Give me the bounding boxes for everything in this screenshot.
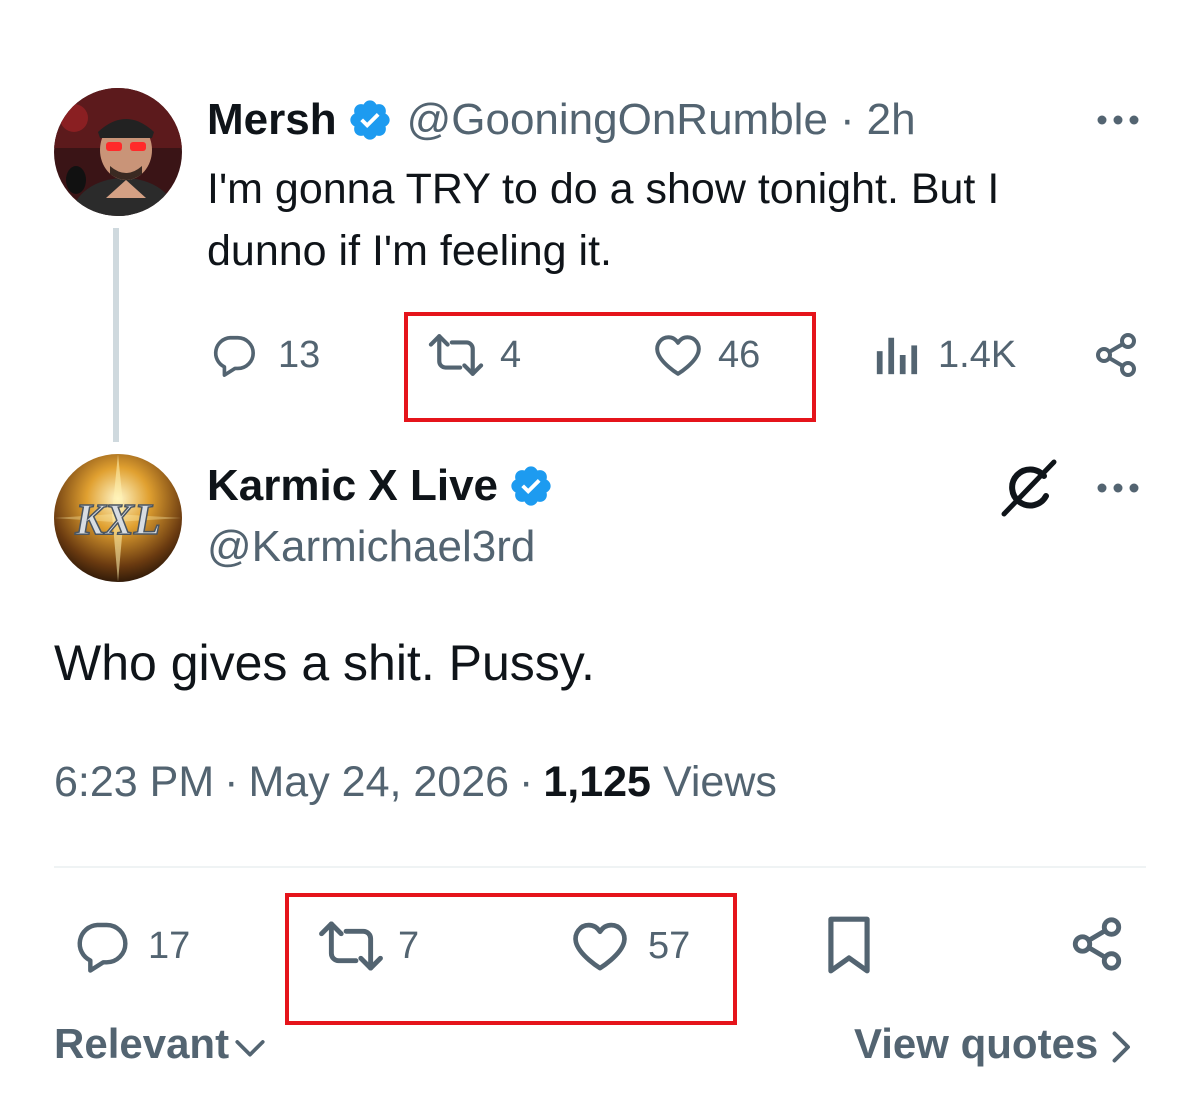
author-handle[interactable]: @Karmichael3rd: [207, 522, 535, 572]
avatar-karmic-image: KXL: [54, 454, 182, 582]
thread-line: [113, 228, 119, 442]
reply-icon: [77, 922, 128, 973]
views-count: 1.4K: [938, 333, 1017, 376]
avatar-logo-text: KXL: [74, 495, 161, 544]
view-quotes-label: View quotes: [854, 1020, 1099, 1067]
author-name[interactable]: Mersh: [207, 95, 337, 145]
divider: [54, 866, 1146, 868]
reply-count: 13: [278, 333, 321, 376]
avatar-mersh-image: [54, 88, 182, 216]
view-quotes-link[interactable]: View quotes: [854, 1020, 1134, 1068]
bookmark-button[interactable]: [822, 914, 876, 981]
bookmark-icon: [828, 916, 870, 974]
separator: ·: [224, 758, 239, 806]
tweet-text-line: dunno if I'm feeling it.: [207, 227, 612, 275]
separator: ·: [519, 758, 534, 806]
views-icon: [876, 337, 918, 375]
more-icon[interactable]: [1094, 112, 1142, 133]
parent-tweet-text: I'm gonna TRY to do a show tonight. But …: [207, 158, 1147, 282]
chevron-right-icon: [1112, 1031, 1131, 1063]
tweet-text-line: I'm gonna TRY to do a show tonight. But …: [207, 165, 1000, 213]
grok-icon[interactable]: [1000, 458, 1060, 523]
sort-dropdown[interactable]: Relevant: [54, 1020, 267, 1068]
verified-icon: [347, 97, 393, 143]
tweet-time[interactable]: 6:23 PM: [54, 758, 214, 807]
share-icon: [1096, 333, 1136, 377]
reply-count: 17: [148, 924, 191, 967]
views-label: Views: [662, 758, 777, 806]
sort-label: Relevant: [54, 1020, 230, 1067]
avatar-mersh[interactable]: [54, 88, 182, 216]
reply-button[interactable]: 17: [72, 918, 190, 974]
chevron-down-icon: [235, 1040, 265, 1057]
reply-tweet-text: Who gives a shit. Pussy.: [54, 635, 595, 691]
parent-header: Mersh @GooningOnRumble · 2h: [207, 92, 916, 148]
share-button[interactable]: [1092, 330, 1140, 385]
share-button[interactable]: [1068, 914, 1126, 979]
reply-header: Karmic X Live: [207, 458, 554, 514]
separator: ·: [839, 95, 855, 144]
tweet-meta: 6:23 PM · May 24, 2026 · 1,125 Views: [54, 758, 777, 807]
avatar-karmic[interactable]: KXL: [54, 454, 182, 582]
views-button[interactable]: 1.4K: [874, 332, 1016, 378]
more-icon[interactable]: [1094, 480, 1142, 501]
author-handle[interactable]: @GooningOnRumble: [407, 95, 828, 145]
verified-icon: [508, 463, 554, 509]
highlight-box-reply: [285, 893, 737, 1025]
share-icon: [1072, 917, 1122, 971]
tweet-date[interactable]: May 24, 2026: [248, 758, 509, 807]
reply-button[interactable]: 13: [208, 332, 320, 378]
author-name[interactable]: Karmic X Live: [207, 461, 498, 511]
tweet-time[interactable]: 2h: [867, 95, 916, 145]
reply-icon: [213, 335, 255, 377]
views-count: 1,125: [543, 758, 651, 806]
highlight-box-parent: [404, 312, 816, 422]
